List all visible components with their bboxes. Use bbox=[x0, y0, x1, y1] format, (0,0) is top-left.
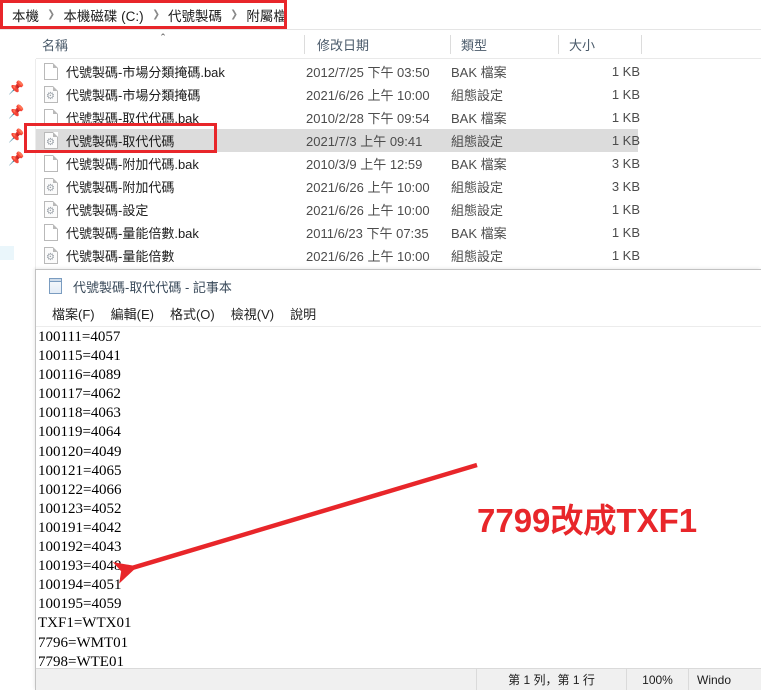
file-date-cell: 2021/6/26 上午 10:00 bbox=[306, 203, 430, 218]
notepad-menu-bar[interactable]: 檔案(F) 編輯(E) 格式(O) 檢視(V) 說明 bbox=[36, 302, 761, 325]
file-name-cell: 代號製碼-附加代碼 bbox=[66, 180, 175, 195]
file-name-cell: 代號製碼-取代代碼 bbox=[66, 134, 175, 149]
pin-icon[interactable]: 📌 bbox=[8, 152, 24, 165]
chevron-right-icon: ❯ bbox=[230, 9, 239, 20]
file-name-cell: 代號製碼-取代代碼.bak bbox=[66, 111, 199, 126]
file-date-cell: 2010/2/28 下午 09:54 bbox=[306, 111, 430, 126]
file-size-cell: 1 KB bbox=[611, 248, 640, 263]
table-row[interactable]: 代號製碼-附加代碼.bak 2010/3/9 上午 12:59 BAK 檔案 3 KB bbox=[36, 152, 761, 175]
table-row[interactable]: ⚙ 代號製碼-量能倍數 2021/6/26 上午 10:00 組態設定 1 KB bbox=[36, 244, 761, 267]
file-type-cell: 組態設定 bbox=[451, 88, 504, 103]
file-page-icon bbox=[44, 155, 61, 172]
config-file-icon: ⚙ bbox=[44, 178, 61, 195]
file-name-cell: 代號製碼-量能倍數 bbox=[66, 249, 175, 264]
breadcrumb-item-2[interactable]: 代號製碼 bbox=[164, 4, 226, 26]
menu-item-file[interactable]: 檔案(F) bbox=[44, 303, 103, 324]
column-header-size[interactable]: 大小 bbox=[569, 30, 595, 59]
file-date-cell: 2021/6/26 上午 10:00 bbox=[306, 249, 430, 264]
table-row[interactable]: ⚙ 代號製碼-市場分類掩碼 2021/6/26 上午 10:00 組態設定 1 KB bbox=[36, 83, 761, 106]
file-explorer-window: 本機 ❯ 本機磁碟 (C:) ❯ 代號製碼 ❯ 附屬檔 名稱 修改日期 類型 大… bbox=[0, 0, 761, 270]
table-row[interactable]: 代號製碼-量能倍數.bak 2011/6/23 下午 07:35 BAK 檔案 1 K… bbox=[36, 221, 761, 244]
file-type-cell: BAK 檔案 bbox=[451, 157, 507, 172]
file-name-cell: 代號製碼-市場分類掩碼.bak bbox=[66, 65, 225, 80]
column-header-name[interactable]: 名稱 bbox=[42, 30, 68, 59]
file-size-cell: 3 KB bbox=[611, 179, 640, 194]
file-list[interactable]: 代號製碼-市場分類掩碼.bak 2012/7/25 下午 03:50 BAK 檔案 1… bbox=[36, 60, 761, 270]
file-date-cell: 2021/7/3 上午 09:41 bbox=[306, 134, 423, 149]
pin-icon[interactable]: 📌 bbox=[8, 105, 24, 118]
header-bottom-divider bbox=[36, 58, 761, 59]
column-header-date[interactable]: 修改日期 bbox=[317, 30, 369, 59]
status-cursor-position: 第 1 列，第 1 行 bbox=[476, 668, 626, 690]
menu-item-format[interactable]: 格式(O) bbox=[162, 303, 223, 324]
file-name-cell: 代號製碼-設定 bbox=[66, 203, 149, 218]
file-type-cell: BAK 檔案 bbox=[451, 111, 507, 126]
config-file-icon: ⚙ bbox=[44, 86, 61, 103]
nav-accent-marker bbox=[0, 246, 14, 260]
column-header-row: 名稱 修改日期 類型 大小 bbox=[0, 30, 761, 59]
breadcrumb-item-0[interactable]: 本機 bbox=[8, 4, 43, 26]
navigation-pane: 📌 📌 📌 📌 bbox=[0, 59, 36, 270]
column-divider[interactable] bbox=[558, 35, 559, 54]
file-size-cell: 3 KB bbox=[611, 156, 640, 171]
file-date-cell: 2021/6/26 上午 10:00 bbox=[306, 88, 430, 103]
file-type-cell: BAK 檔案 bbox=[451, 226, 507, 241]
column-divider[interactable] bbox=[450, 35, 451, 54]
notepad-title-bar[interactable]: 代號製碼-取代代碼 - 記事本 bbox=[36, 270, 761, 302]
menu-item-view[interactable]: 檢視(V) bbox=[223, 303, 282, 324]
breadcrumb-item-1[interactable]: 本機磁碟 (C:) bbox=[59, 4, 147, 26]
breadcrumb-item-3[interactable]: 附屬檔 bbox=[242, 4, 291, 26]
file-type-cell: 組態設定 bbox=[451, 134, 504, 149]
file-name-cell: 代號製碼-市場分類掩碼 bbox=[66, 88, 201, 103]
notepad-window: 代號製碼-取代代碼 - 記事本 檔案(F) 編輯(E) 格式(O) 檢視(V) … bbox=[35, 269, 761, 690]
file-name-cell: 代號製碼-量能倍數.bak bbox=[66, 226, 199, 241]
file-type-cell: 組態設定 bbox=[451, 180, 504, 195]
file-size-cell: 1 KB bbox=[611, 87, 640, 102]
column-divider[interactable] bbox=[641, 35, 642, 54]
file-type-cell: 組態設定 bbox=[451, 203, 504, 218]
file-size-cell: 1 KB bbox=[611, 110, 640, 125]
config-file-icon: ⚙ bbox=[44, 247, 61, 264]
file-page-icon bbox=[44, 224, 61, 241]
file-name-cell: 代號製碼-附加代碼.bak bbox=[66, 157, 199, 172]
file-size-cell: 1 KB bbox=[611, 202, 640, 217]
table-row[interactable]: 代號製碼-取代代碼.bak 2010/2/28 下午 09:54 BAK 檔案 1 K… bbox=[36, 106, 761, 129]
status-zoom-level: 100% bbox=[626, 668, 688, 690]
menu-item-edit[interactable]: 編輯(E) bbox=[103, 303, 162, 324]
table-row[interactable]: 代號製碼-市場分類掩碼.bak 2012/7/25 下午 03:50 BAK 檔案 1… bbox=[36, 60, 761, 83]
table-row[interactable]: ⚙ 代號製碼-設定 2021/6/26 上午 10:00 組態設定 1 KB bbox=[36, 198, 761, 221]
table-row[interactable]: ⚙ 代號製碼-取代代碼 2021/7/3 上午 09:41 組態設定 1 KB bbox=[36, 129, 761, 152]
config-file-icon: ⚙ bbox=[44, 132, 61, 149]
file-size-cell: 1 KB bbox=[611, 225, 640, 240]
file-size-cell: 1 KB bbox=[611, 133, 640, 148]
column-header-type[interactable]: 類型 bbox=[461, 30, 487, 59]
file-date-cell: 2010/3/9 上午 12:59 bbox=[306, 157, 423, 172]
sort-ascending-icon: ⌃ bbox=[159, 32, 167, 42]
file-date-cell: 2011/6/23 下午 07:35 bbox=[306, 226, 429, 241]
file-page-icon bbox=[44, 63, 61, 80]
annotation-caption: 7799改成TXF1 bbox=[477, 502, 698, 539]
table-row[interactable]: ⚙ 代號製碼-附加代碼 2021/6/26 上午 10:00 組態設定 3 KB bbox=[36, 175, 761, 198]
chevron-right-icon: ❯ bbox=[152, 9, 160, 20]
file-date-cell: 2012/7/25 下午 03:50 bbox=[306, 65, 430, 80]
menu-item-help[interactable]: 說明 bbox=[282, 303, 324, 324]
notepad-status-bar: 第 1 列，第 1 行 100% Windo bbox=[36, 668, 761, 690]
chevron-right-icon: ❯ bbox=[47, 9, 55, 20]
file-page-icon bbox=[44, 109, 61, 126]
file-type-cell: 組態設定 bbox=[451, 249, 504, 264]
breadcrumb[interactable]: 本機 ❯ 本機磁碟 (C:) ❯ 代號製碼 ❯ 附屬檔 bbox=[0, 4, 291, 26]
pin-icon[interactable]: 📌 bbox=[8, 81, 24, 94]
file-size-cell: 1 KB bbox=[611, 64, 640, 79]
notepad-icon bbox=[48, 277, 65, 295]
notepad-title-text: 代號製碼-取代代碼 - 記事本 bbox=[73, 279, 232, 295]
pin-icon[interactable]: 📌 bbox=[8, 129, 24, 142]
column-divider[interactable] bbox=[304, 35, 305, 54]
file-type-cell: BAK 檔案 bbox=[451, 65, 507, 80]
address-bar[interactable]: 本機 ❯ 本機磁碟 (C:) ❯ 代號製碼 ❯ 附屬檔 bbox=[0, 0, 761, 29]
status-line-ending: Windo bbox=[688, 668, 761, 690]
config-file-icon: ⚙ bbox=[44, 201, 61, 218]
file-date-cell: 2021/6/26 上午 10:00 bbox=[306, 180, 430, 195]
